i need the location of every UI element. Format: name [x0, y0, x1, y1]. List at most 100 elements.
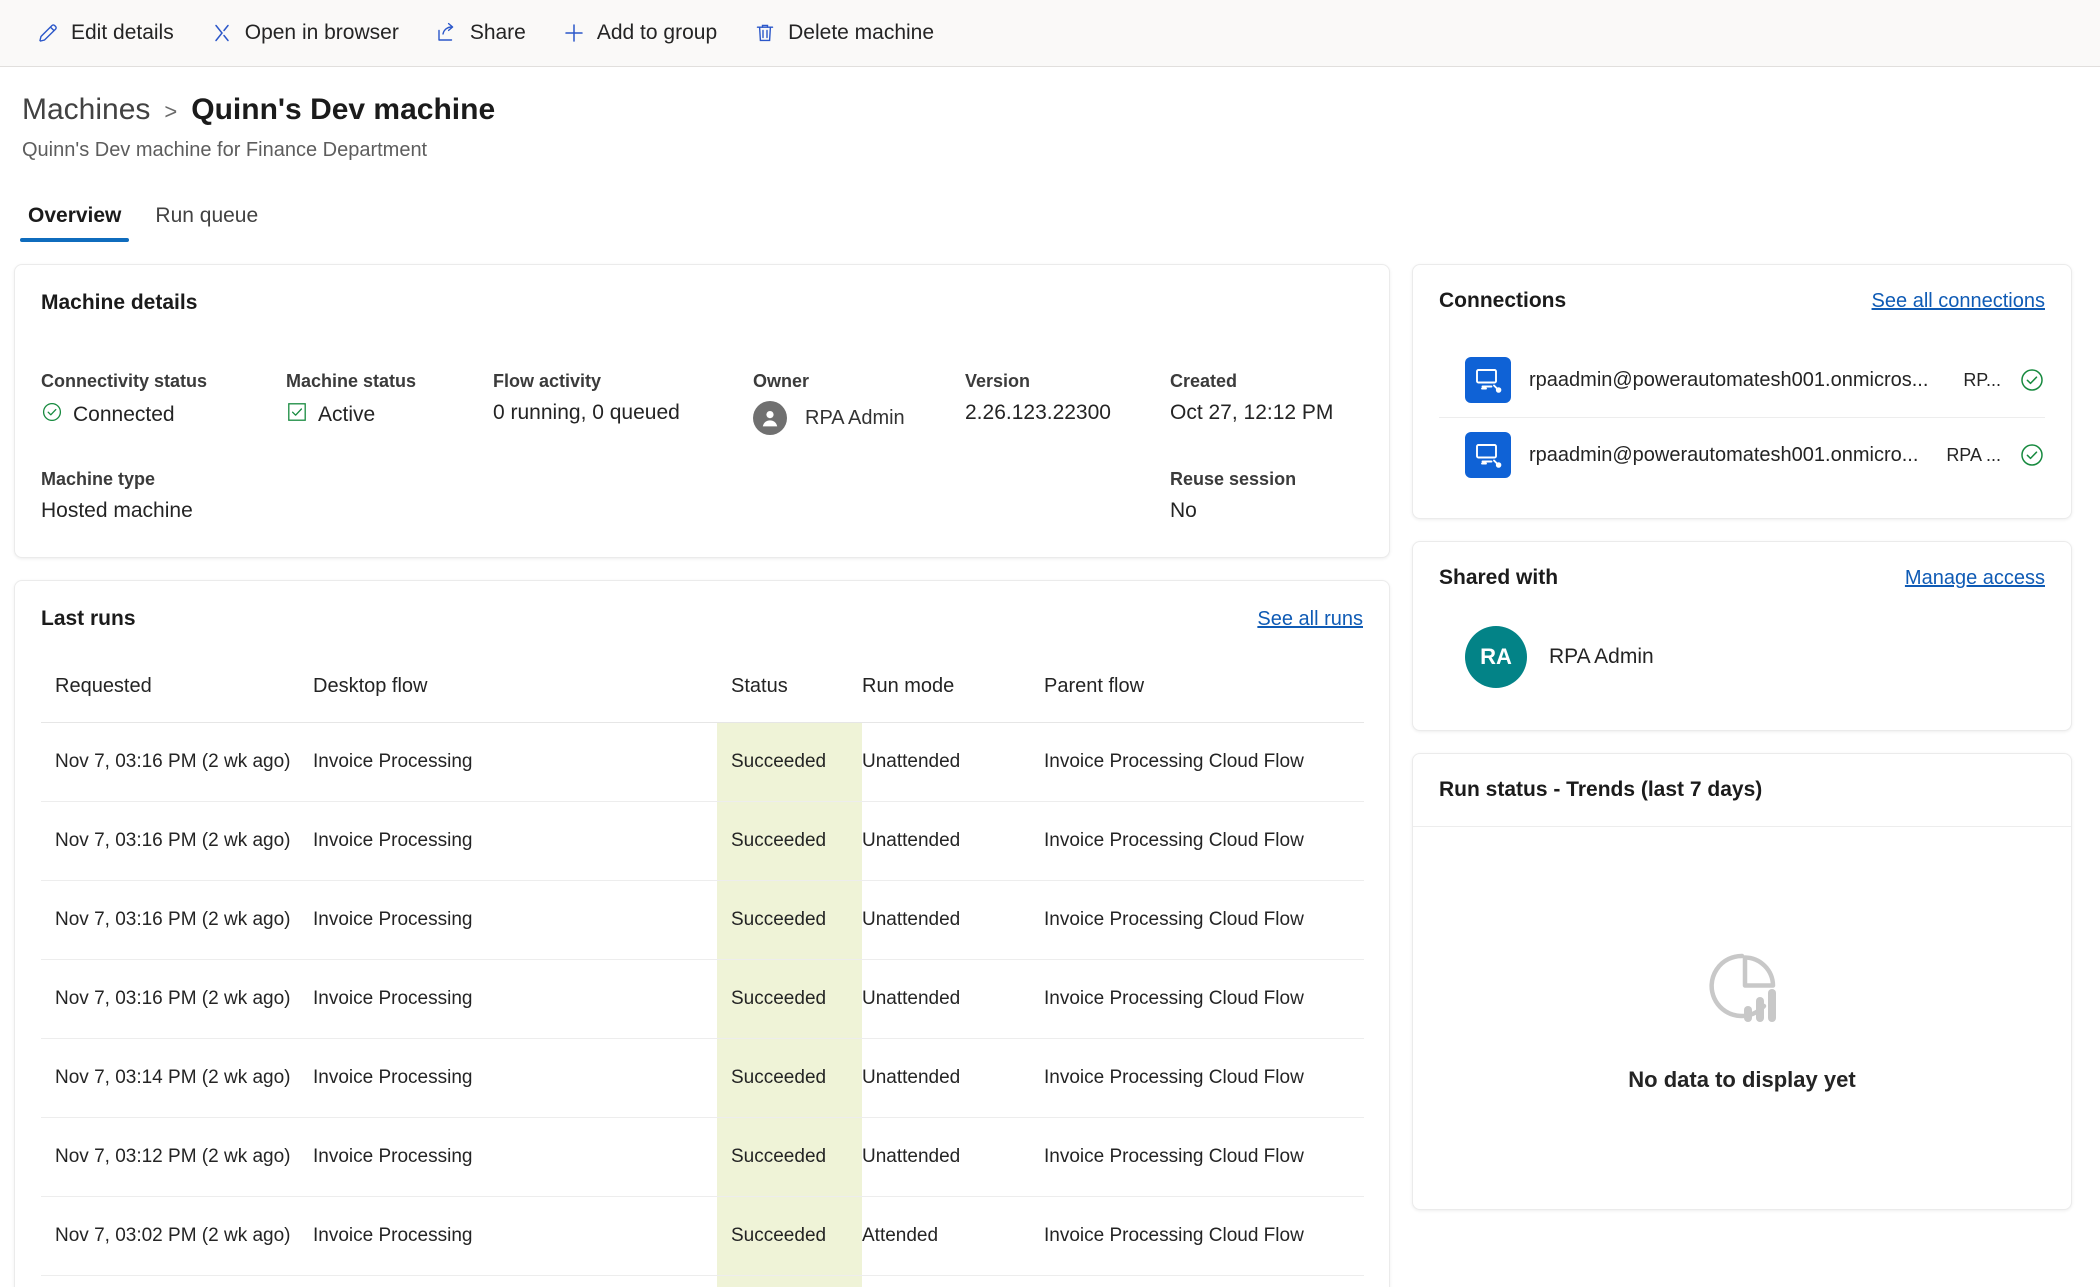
- desktop-flow-connector-icon: [1465, 357, 1511, 403]
- cell-desktop-flow[interactable]: Invoice Processing: [313, 959, 717, 1039]
- person-avatar-icon: [753, 401, 787, 435]
- cell-requested: Nov 7, 03:14 PM (2 wk ago): [41, 1038, 313, 1118]
- field-flow-activity: Flow activity 0 running, 0 queued: [493, 371, 753, 435]
- delete-machine-button[interactable]: Delete machine: [739, 13, 948, 53]
- main-content: Machine details Connectivity status Conn…: [0, 242, 2100, 1287]
- page-subtitle: Quinn's Dev machine for Finance Departme…: [22, 139, 428, 161]
- field-value: Hosted machine: [41, 499, 193, 522]
- trash-icon: [753, 21, 777, 45]
- table-row[interactable]: Nov 7, 03:16 PM (2 wk ago) Invoice Proces…: [41, 801, 1364, 881]
- column-header-run-mode[interactable]: Run mode: [862, 675, 1044, 723]
- avatar: RA: [1465, 626, 1527, 688]
- cell-desktop-flow[interactable]: Invoice Processing: [313, 722, 717, 802]
- last-runs-table: Requested Desktop flow Status Run mode P…: [41, 675, 1364, 1287]
- column-header-parent-flow[interactable]: Parent flow: [1044, 675, 1364, 723]
- last-runs-header: Last runs See all runs: [41, 607, 1363, 631]
- cell-desktop-flow[interactable]: Invoice Processing: [313, 801, 717, 881]
- share-button[interactable]: Share: [421, 13, 540, 53]
- tab-run-queue[interactable]: Run queue: [145, 196, 268, 242]
- open-in-browser-label: Open in browser: [244, 21, 399, 44]
- breadcrumb-machines-link[interactable]: Machines: [22, 93, 150, 127]
- column-header-status[interactable]: Status: [717, 675, 862, 723]
- cell-run-mode: Unattended: [862, 880, 1044, 960]
- add-to-group-label: Add to group: [596, 21, 718, 44]
- right-column: Connections See all connections rpaadmin…: [1412, 264, 2072, 1210]
- last-runs-tbody: Nov 7, 03:16 PM (2 wk ago) Invoice Proces…: [41, 722, 1364, 1287]
- cell-status: Succeeded: [717, 1196, 862, 1276]
- table-row[interactable]: Nov 7, 03:12 PM (2 wk ago) Invoice Proces…: [41, 1117, 1364, 1197]
- cell-parent-flow[interactable]: Invoice Processing Cloud Flow: [1044, 722, 1364, 802]
- table-row[interactable]: Nov 7, 03:14 PM (2 wk ago) Invoice Proces…: [41, 1038, 1364, 1118]
- cell-parent-flow[interactable]: Deleted flow: [1044, 1275, 1364, 1287]
- cell-parent-flow[interactable]: Invoice Processing Cloud Flow: [1044, 1117, 1364, 1197]
- edit-details-button[interactable]: Edit details: [22, 13, 188, 53]
- field-value: No: [1170, 499, 1197, 522]
- table-row[interactable]: Nov 7, 03:02 PM (2 wk ago) Invoice Proces…: [41, 1196, 1364, 1276]
- pencil-icon: [36, 21, 60, 45]
- check-circle-icon: [2019, 367, 2045, 393]
- manage-access-link[interactable]: Manage access: [1905, 567, 2045, 590]
- column-header-requested[interactable]: Requested: [41, 675, 313, 723]
- cell-desktop-flow[interactable]: Invoice Processing: [313, 880, 717, 960]
- cell-requested: Nov 7, 02:58 PM (2 wk ago): [41, 1275, 313, 1287]
- connections-header: Connections See all connections: [1439, 289, 2045, 313]
- shared-with-name: RPA Admin: [1549, 645, 1654, 668]
- cell-desktop-flow[interactable]: Invoice Processing: [313, 1117, 717, 1197]
- field-created: Created Oct 27, 12:12 PM: [1170, 371, 1370, 435]
- field-label: Machine status: [286, 371, 417, 391]
- table-row[interactable]: Nov 7, 03:16 PM (2 wk ago) Invoice Proces…: [41, 880, 1364, 960]
- share-icon: [435, 21, 459, 45]
- run-status-trends-header: Run status - Trends (last 7 days): [1413, 754, 2071, 827]
- cell-parent-flow[interactable]: Invoice Processing Cloud Flow: [1044, 959, 1364, 1039]
- cell-run-mode: Unattended: [862, 1038, 1044, 1118]
- pie-bar-chart-icon: [1696, 944, 1788, 1041]
- shared-with-person[interactable]: RA RPA Admin: [1439, 626, 2045, 704]
- table-row[interactable]: Nov 7, 03:16 PM (2 wk ago) Invoice Proces…: [41, 722, 1364, 802]
- cell-parent-flow[interactable]: Invoice Processing Cloud Flow: [1044, 1196, 1364, 1276]
- last-runs-thead: Requested Desktop flow Status Run mode P…: [41, 675, 1364, 723]
- cell-parent-flow[interactable]: Invoice Processing Cloud Flow: [1044, 880, 1364, 960]
- cell-desktop-flow[interactable]: Invoice Processing: [313, 1196, 717, 1276]
- last-runs-title: Last runs: [41, 607, 136, 630]
- cell-parent-flow[interactable]: Invoice Processing Cloud Flow: [1044, 801, 1364, 881]
- machine-details-grid: Connectivity status Connected Machine st…: [41, 371, 1363, 523]
- cell-parent-flow[interactable]: Invoice Processing Cloud Flow: [1044, 1038, 1364, 1118]
- cell-status: Succeeded: [717, 1038, 862, 1118]
- field-spacer-1: [286, 469, 493, 523]
- see-all-connections-link[interactable]: See all connections: [1872, 290, 2045, 313]
- table-header-row: Requested Desktop flow Status Run mode P…: [41, 675, 1364, 723]
- table-row[interactable]: Nov 7, 02:58 PM (2 wk ago)Invoice Proces…: [41, 1275, 1364, 1287]
- empty-state-text: No data to display yet: [1628, 1066, 1856, 1092]
- breadcrumb: Machines > Quinn's Dev machine: [22, 93, 2100, 127]
- table-row[interactable]: Nov 7, 03:16 PM (2 wk ago) Invoice Proces…: [41, 959, 1364, 1039]
- run-status-trends-body: No data to display yet: [1413, 827, 2071, 1209]
- field-value-wrap: Connected: [41, 401, 286, 429]
- cell-status: Succeeded: [717, 801, 862, 881]
- open-in-browser-button[interactable]: Open in browser: [196, 13, 413, 53]
- cell-run-mode: Unattended: [862, 801, 1044, 881]
- page-header: Machines > Quinn's Dev machine Quinn's D…: [0, 67, 2100, 162]
- cell-status: Succeeded: [717, 959, 862, 1039]
- see-all-runs-link[interactable]: See all runs: [1257, 608, 1363, 631]
- column-header-desktop-flow[interactable]: Desktop flow: [313, 675, 717, 723]
- shared-with-header: Shared with Manage access: [1439, 566, 2045, 590]
- tab-overview[interactable]: Overview: [18, 196, 131, 242]
- connections-list: rpaadmin@powerautomatesh001.onmicros... R…: [1439, 343, 2045, 492]
- cell-requested: Nov 7, 03:16 PM (2 wk ago): [41, 880, 313, 960]
- field-label: Connectivity status: [41, 371, 208, 391]
- field-label: Reuse session: [1170, 469, 1297, 489]
- field-label: Created: [1170, 371, 1238, 391]
- connection-row[interactable]: rpaadmin@powerautomatesh001.onmicros... R…: [1439, 343, 2045, 417]
- cell-desktop-flow[interactable]: Invoice Processing: [313, 1038, 717, 1118]
- share-label: Share: [469, 21, 526, 44]
- run-status-trends-title: Run status - Trends (last 7 days): [1439, 778, 1763, 801]
- connection-owner: RPA ...: [1946, 444, 2001, 465]
- add-to-group-button[interactable]: Add to group: [548, 13, 731, 53]
- cell-desktop-flow[interactable]: Invoice Processing: [313, 1275, 717, 1287]
- field-spacer-2: [493, 469, 753, 523]
- cell-status: Succeeded: [717, 880, 862, 960]
- left-column: Machine details Connectivity status Conn…: [14, 264, 1390, 1287]
- check-circle-icon: [2019, 442, 2045, 468]
- connection-row[interactable]: rpaadmin@powerautomatesh001.onmicro... RP…: [1439, 417, 2045, 492]
- cell-status: Succeeded: [717, 1275, 862, 1287]
